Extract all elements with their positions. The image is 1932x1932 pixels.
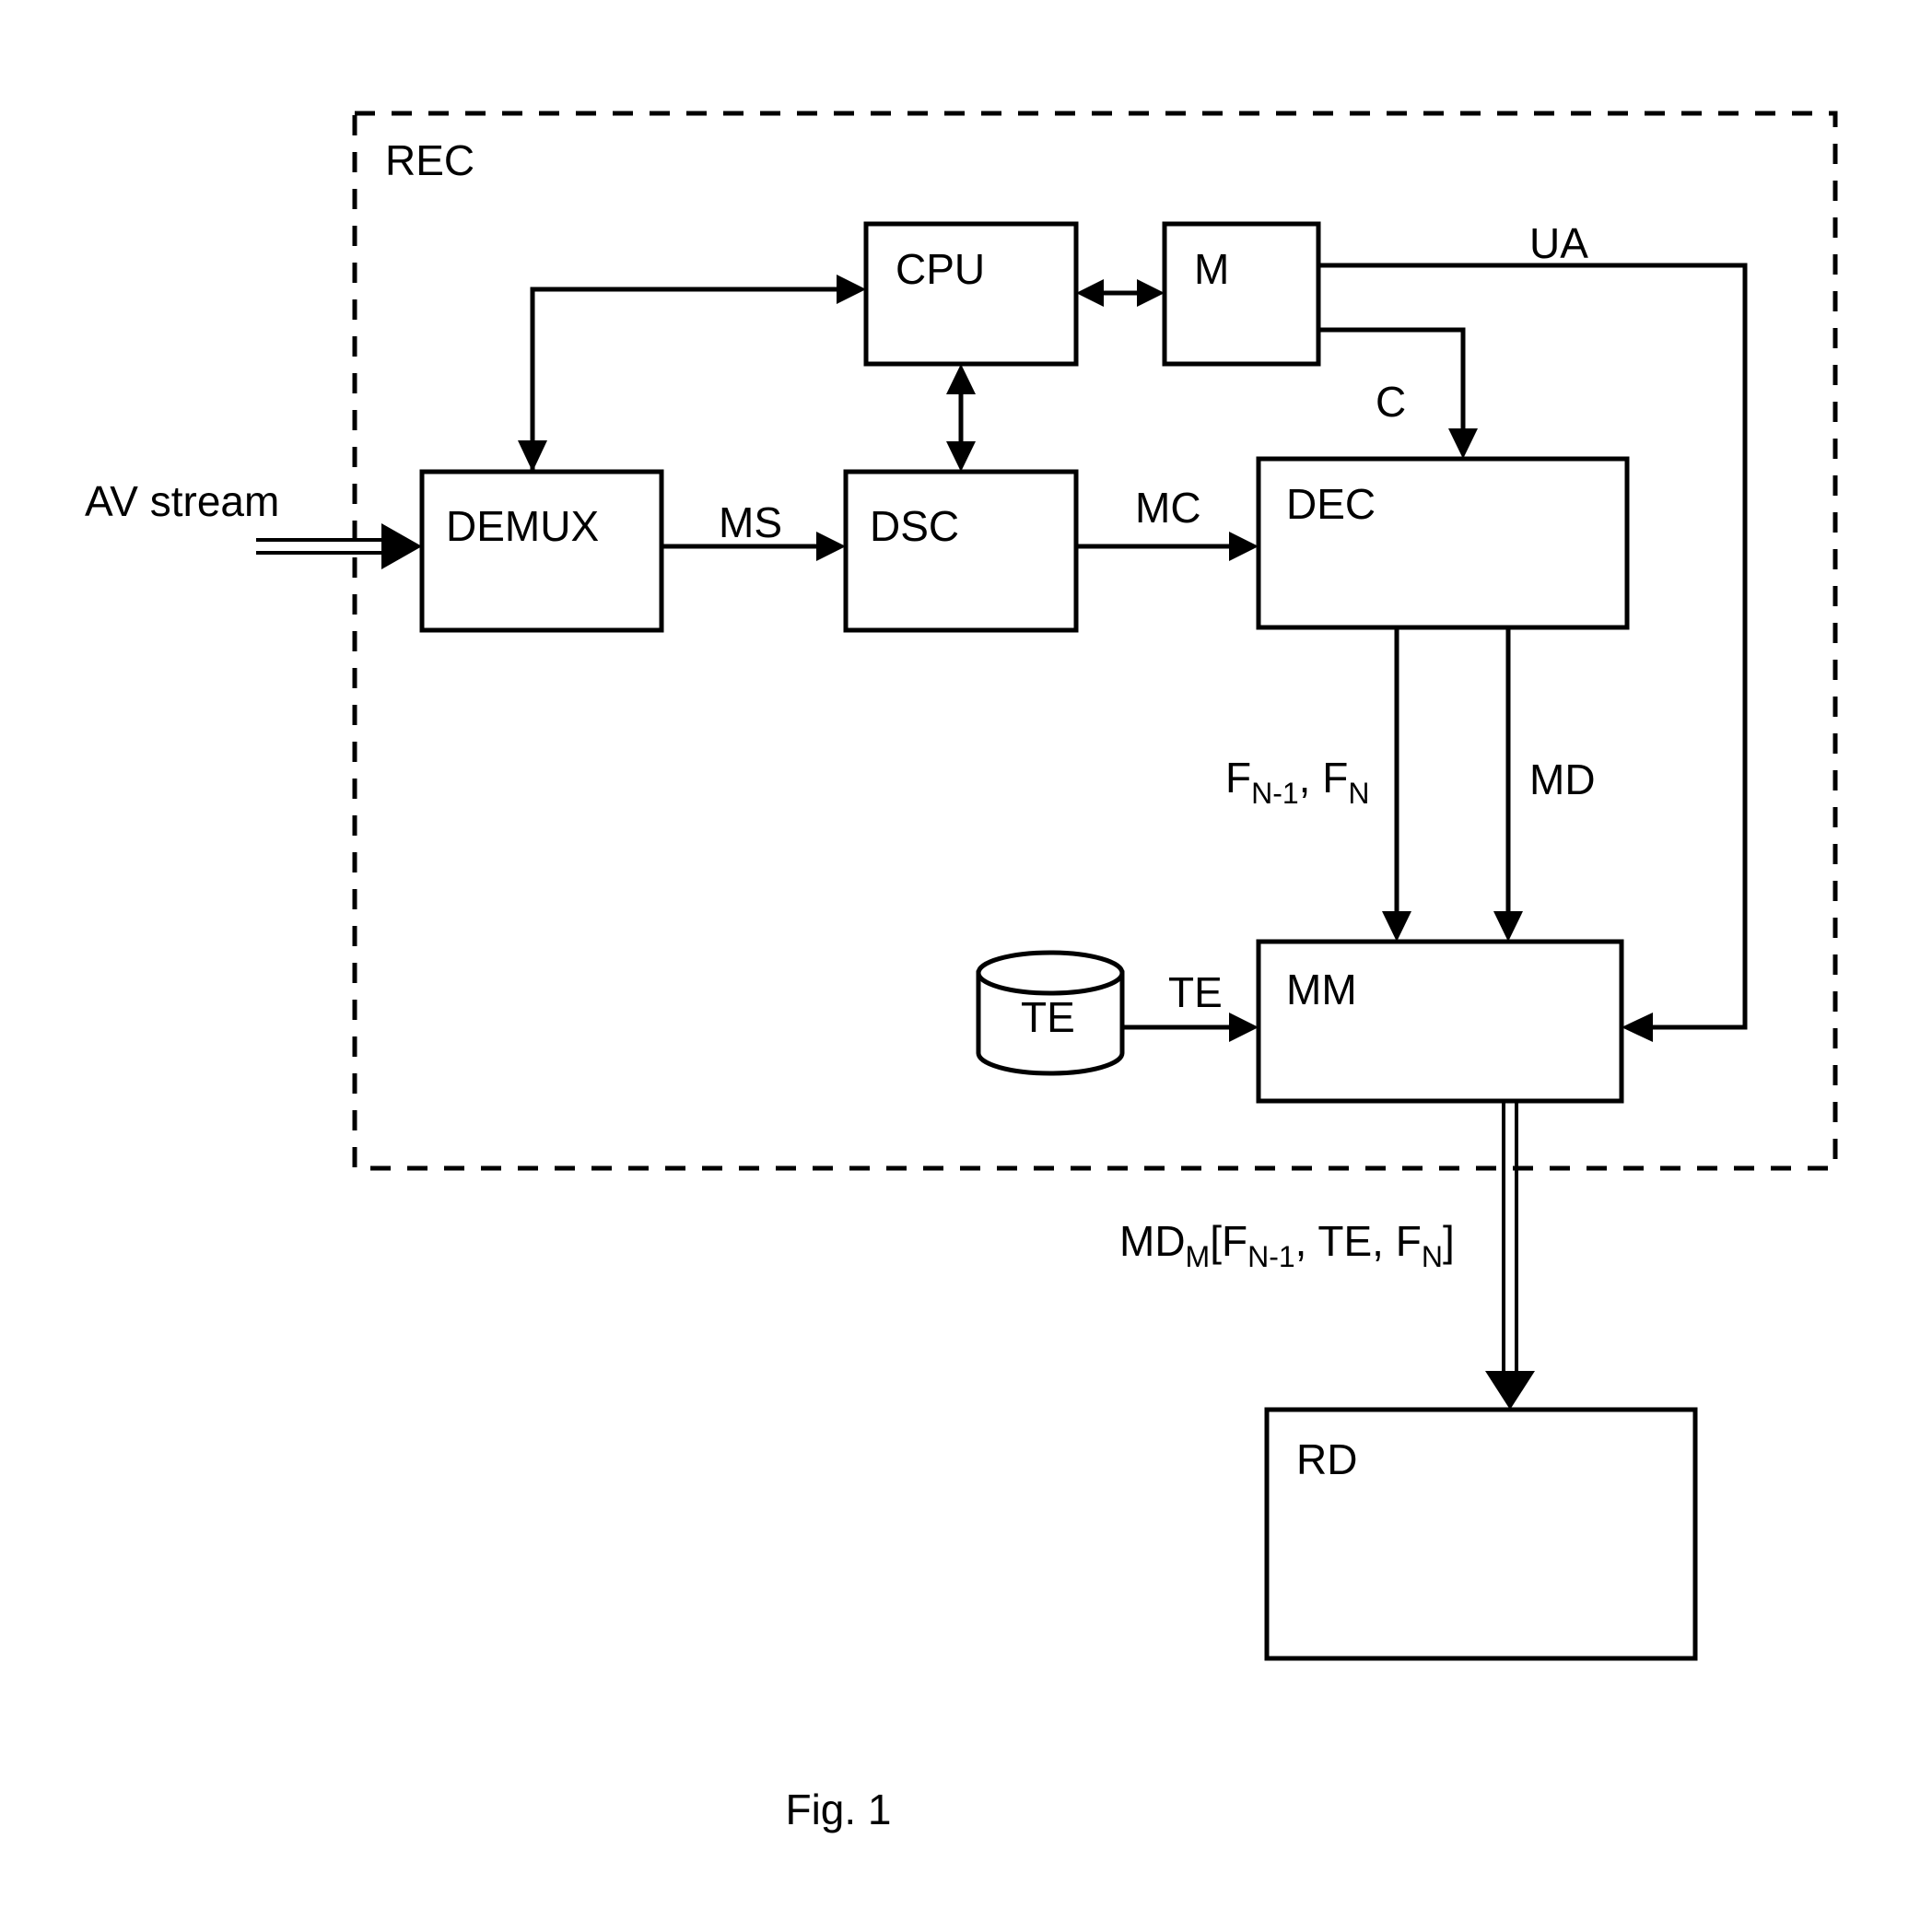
arrowhead-mem-left <box>1137 279 1165 307</box>
mdm-run-5: N <box>1422 1240 1443 1273</box>
mdm-run-6: ] <box>1443 1217 1455 1265</box>
arrowhead-dec-left <box>1229 532 1259 561</box>
label-ua: UA <box>1529 219 1588 267</box>
arrowhead-mm-right <box>1622 1013 1653 1042</box>
label-av-stream: AV stream <box>85 477 279 525</box>
frames-run-1: N-1 <box>1251 777 1299 810</box>
arrowhead-cpu-left <box>837 275 866 304</box>
arrowhead-dsc-top <box>946 441 976 472</box>
frames-run-0: F <box>1225 754 1251 802</box>
label-te-edge: TE <box>1168 968 1223 1016</box>
label-mdm: MDM[FN-1, TE, FN] <box>1119 1217 1455 1273</box>
block-demux-label: DEMUX <box>446 502 599 550</box>
arrowhead-demux-top <box>518 440 547 472</box>
mdm-run-0: MD <box>1119 1217 1186 1265</box>
figure-root: REC CPU M DEMUX DSC DEC MM RD TE AV stre… <box>0 0 1932 1932</box>
block-dsc[interactable] <box>843 469 1079 633</box>
mdm-run-2: [F <box>1210 1217 1247 1265</box>
arrowhead-mm-left <box>1229 1013 1259 1042</box>
block-demux[interactable] <box>419 469 664 633</box>
block-memory[interactable] <box>1162 221 1321 367</box>
label-frames: FN-1, FN <box>1225 754 1369 810</box>
label-mc: MC <box>1135 484 1201 532</box>
block-diagram: REC CPU M DEMUX DSC DEC MM RD TE AV stre… <box>85 111 1838 1833</box>
arrowhead-cpu-bottom <box>946 364 976 394</box>
datastore-te[interactable]: TE <box>976 950 1125 1076</box>
frames-run-2: , F <box>1299 754 1349 802</box>
block-mm-label: MM <box>1286 966 1357 1013</box>
block-dsc-label: DSC <box>870 502 959 550</box>
arrowhead-demux-left <box>381 523 422 569</box>
arrowhead-cpu-right <box>1076 279 1104 307</box>
mdm-run-3: N-1 <box>1247 1240 1295 1273</box>
label-md: MD <box>1529 755 1596 803</box>
block-memory-label: M <box>1194 245 1229 293</box>
label-ms: MS <box>719 498 782 546</box>
arrowhead-dec-top <box>1448 428 1478 459</box>
rec-label: REC <box>385 136 474 184</box>
wire-demux-to-cpu <box>530 287 854 472</box>
mdm-run-4: , TE, F <box>1295 1217 1422 1265</box>
arrowhead-mm-top-md <box>1493 911 1523 942</box>
datastore-te-label: TE <box>1021 993 1075 1041</box>
mdm-run-1: M <box>1186 1240 1211 1273</box>
block-dec-label: DEC <box>1286 480 1376 528</box>
block-cpu-label: CPU <box>896 245 985 293</box>
arrowhead-dsc-left <box>816 532 846 561</box>
figure-caption: Fig. 1 <box>785 1786 891 1833</box>
arrowhead-mm-top-frames <box>1382 911 1411 942</box>
arrowhead-rd-top <box>1485 1371 1535 1410</box>
label-c: C <box>1376 378 1406 426</box>
block-rd-label: RD <box>1296 1435 1357 1483</box>
datastore-te-top <box>976 950 1125 996</box>
frames-run-3: N <box>1348 777 1369 810</box>
